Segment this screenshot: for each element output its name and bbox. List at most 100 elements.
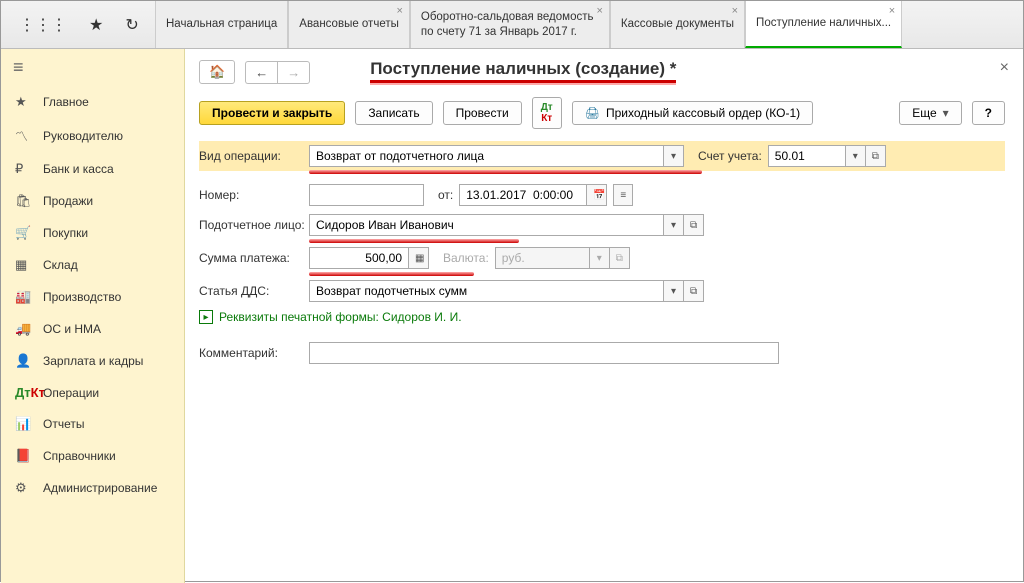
sidebar-item-bank[interactable]: ₽ Банк и касса: [1, 153, 184, 185]
currency-label: Валюта:: [443, 251, 489, 265]
sum-label: Сумма платежа:: [199, 251, 309, 265]
sum-field[interactable]: [309, 247, 409, 269]
apps-icon[interactable]: ⋮⋮⋮: [19, 15, 67, 35]
sidebar-item-assets[interactable]: 🚚ОС и НМА: [1, 313, 184, 345]
tab-label: Оборотно-сальдовая ведомость по счету 71…: [421, 10, 599, 40]
forward-button[interactable]: →: [277, 61, 310, 84]
sidebar-item-label: ОС и НМА: [43, 322, 101, 336]
op-type-dropdown[interactable]: ▾: [664, 145, 684, 167]
comment-label: Комментарий:: [199, 346, 309, 360]
help-button[interactable]: ?: [972, 101, 1005, 125]
tab-label: Начальная страница: [166, 17, 277, 32]
op-type-label: Вид операции:: [199, 149, 309, 163]
tab-cash-docs[interactable]: Кассовые документы ×: [610, 1, 745, 48]
home-button[interactable]: [199, 60, 235, 84]
sidebar-item-operations[interactable]: ДтКт Операции: [1, 377, 184, 408]
sidebar-item-reports[interactable]: 📊Отчеты: [1, 408, 184, 440]
sidebar-item-warehouse[interactable]: ▦ Склад: [1, 249, 184, 281]
main-panel: × ← → Поступление наличных (создание) * …: [185, 49, 1023, 583]
date-picker-button[interactable]: 📅: [587, 184, 607, 206]
star-icon[interactable]: ★: [89, 15, 103, 35]
person-label: Подотчетное лицо:: [199, 218, 309, 232]
op-type-field[interactable]: [309, 145, 664, 167]
sidebar-item-sales[interactable]: 🛍Продажи: [1, 185, 184, 217]
more-label: Еще: [912, 106, 936, 120]
chevron-right-icon: ▸: [199, 310, 213, 324]
dds-open[interactable]: ⧉: [684, 280, 704, 302]
account-field[interactable]: [768, 145, 846, 167]
close-icon[interactable]: ×: [889, 5, 895, 17]
post-button[interactable]: Провести: [443, 101, 522, 125]
person-field[interactable]: [309, 214, 664, 236]
tab-label: Авансовые отчеты: [299, 17, 399, 32]
back-button[interactable]: ←: [245, 61, 277, 84]
post-and-close-button[interactable]: Провести и закрыть: [199, 101, 345, 125]
print-order-label: Приходный кассовый ордер (КО-1): [606, 106, 800, 120]
person-dropdown[interactable]: ▾: [664, 214, 684, 236]
account-dropdown[interactable]: ▾: [846, 145, 866, 167]
close-icon[interactable]: ×: [596, 5, 602, 17]
sidebar-item-admin[interactable]: ⚙Администрирование: [1, 472, 184, 504]
tab-osv[interactable]: Оборотно-сальдовая ведомость по счету 71…: [410, 1, 610, 48]
date-from-label: от:: [438, 188, 453, 202]
tab-strip: Начальная страница Авансовые отчеты × Об…: [155, 1, 1023, 48]
sidebar-item-label: Отчеты: [43, 417, 84, 431]
currency-open: ⧉: [610, 247, 630, 269]
sidebar-item-label: Банк и касса: [43, 162, 114, 176]
history-icon[interactable]: ↻: [125, 15, 138, 35]
sidebar-item-payroll[interactable]: 👤Зарплата и кадры: [1, 345, 184, 377]
number-field[interactable]: [309, 184, 424, 206]
sidebar-item-label: Операции: [43, 386, 99, 400]
sidebar-item-production[interactable]: 🏭Производство: [1, 281, 184, 313]
save-button[interactable]: Записать: [355, 101, 432, 125]
chevron-down-icon: [943, 106, 949, 120]
sidebar-item-label: Зарплата и кадры: [43, 354, 143, 368]
cart-icon: 🛒: [15, 225, 31, 241]
tab-label: Кассовые документы: [621, 17, 734, 32]
ruble-icon: ₽: [15, 161, 31, 177]
more-button[interactable]: Еще: [899, 101, 961, 125]
printer-icon: 🖨: [585, 106, 600, 120]
boxes-icon: ▦: [15, 257, 31, 273]
tab-cash-receipt[interactable]: Поступление наличных... ×: [745, 1, 902, 48]
sidebar-item-main[interactable]: ★Главное: [1, 86, 184, 118]
currency-dropdown: ▾: [590, 247, 610, 269]
close-icon[interactable]: ×: [732, 5, 738, 17]
sidebar-item-manager[interactable]: 〽 Руководителю: [1, 118, 184, 153]
sidebar-item-label: Склад: [43, 258, 78, 272]
dds-field[interactable]: [309, 280, 664, 302]
dds-label: Статья ДДС:: [199, 284, 309, 298]
print-details-label: Реквизиты печатной формы: Сидоров И. И.: [219, 310, 462, 324]
print-details-expander[interactable]: ▸ Реквизиты печатной формы: Сидоров И. И…: [199, 306, 1005, 328]
menu-toggle-icon[interactable]: ≡: [1, 49, 184, 86]
chart-icon: 〽: [15, 126, 31, 145]
sidebar-item-label: Покупки: [43, 226, 88, 240]
close-panel-icon[interactable]: ×: [1000, 59, 1009, 77]
topbar-icon-group: ⋮⋮⋮ ★ ↻ 🔍: [1, 1, 155, 48]
sidebar-item-label: Справочники: [43, 449, 116, 463]
person-open[interactable]: ⧉: [684, 214, 704, 236]
dk-button[interactable]: ДтКт: [532, 97, 562, 129]
dk-icon: ДтКт: [541, 102, 553, 124]
sum-calc-button[interactable]: ▦: [409, 247, 429, 269]
date-extra-button[interactable]: ≡: [613, 184, 633, 206]
tab-advance-reports[interactable]: Авансовые отчеты ×: [288, 1, 410, 48]
sidebar-item-directories[interactable]: 📕Справочники: [1, 440, 184, 472]
tab-home[interactable]: Начальная страница: [155, 1, 288, 48]
currency-field: [495, 247, 590, 269]
factory-icon: 🏭: [15, 289, 31, 305]
number-label: Номер:: [199, 188, 309, 202]
sidebar-item-label: Главное: [43, 95, 89, 109]
command-toolbar: Провести и закрыть Записать Провести ДтК…: [199, 97, 1005, 129]
sidebar-item-label: Руководителю: [43, 129, 123, 143]
print-order-button[interactable]: 🖨 Приходный кассовый ордер (КО-1): [572, 101, 813, 125]
date-field[interactable]: [459, 184, 587, 206]
dk-icon: ДтКт: [15, 385, 31, 400]
sidebar-item-purchases[interactable]: 🛒 Покупки: [1, 217, 184, 249]
account-open[interactable]: ⧉: [866, 145, 886, 167]
comment-field[interactable]: [309, 342, 779, 364]
dds-dropdown[interactable]: ▾: [664, 280, 684, 302]
sidebar-item-label: Продажи: [43, 194, 93, 208]
close-icon[interactable]: ×: [396, 5, 402, 17]
tab-label: Поступление наличных...: [756, 16, 891, 31]
